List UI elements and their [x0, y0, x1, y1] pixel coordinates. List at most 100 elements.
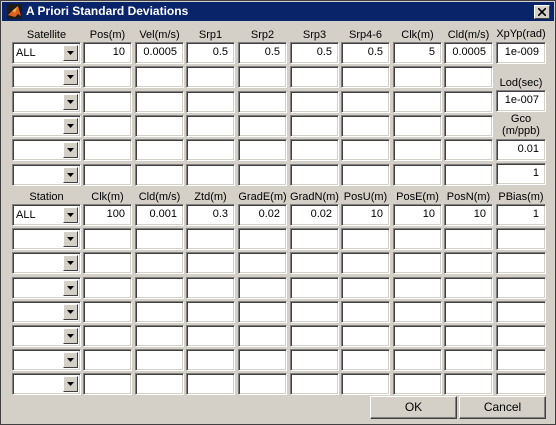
station-value-field[interactable] — [444, 277, 493, 299]
dropdown-button[interactable] — [63, 376, 78, 392]
station-value-field[interactable] — [186, 277, 235, 299]
sat-value-field[interactable] — [238, 66, 287, 88]
station-value-field[interactable] — [393, 252, 442, 274]
station-value-field[interactable]: 0.02 — [290, 204, 339, 226]
station-value-field[interactable] — [186, 325, 235, 347]
sat-value-field[interactable] — [341, 91, 390, 113]
satellite-combo[interactable] — [12, 115, 81, 137]
sat-value-field[interactable]: 0.0005 — [135, 42, 184, 64]
station-value-field[interactable] — [341, 301, 390, 323]
sat-value-field[interactable] — [83, 66, 132, 88]
station-combo[interactable] — [12, 325, 81, 347]
sat-value-field[interactable] — [290, 66, 339, 88]
sat-value-field[interactable] — [186, 91, 235, 113]
sat-value-field[interactable] — [238, 91, 287, 113]
station-value-field[interactable] — [341, 252, 390, 274]
station-value-field[interactable] — [238, 228, 287, 250]
sat-value-field[interactable] — [186, 139, 235, 161]
dropdown-button[interactable] — [63, 231, 78, 247]
sat-value-field[interactable] — [444, 91, 493, 113]
station-value-field[interactable]: 0.001 — [135, 204, 184, 226]
sat-value-field[interactable] — [186, 164, 235, 186]
station-value-field[interactable] — [496, 349, 546, 371]
station-combo[interactable]: ALL — [12, 204, 81, 226]
station-value-field[interactable] — [83, 228, 132, 250]
dropdown-button[interactable] — [63, 255, 78, 271]
sat-value-field[interactable] — [186, 66, 235, 88]
station-value-field[interactable] — [238, 277, 287, 299]
station-value-field[interactable]: 10 — [444, 204, 493, 226]
dropdown-button[interactable] — [63, 45, 78, 61]
station-value-field[interactable] — [393, 349, 442, 371]
station-value-field[interactable] — [135, 373, 184, 395]
sat-value-field[interactable] — [135, 91, 184, 113]
station-value-field[interactable] — [135, 349, 184, 371]
station-value-field[interactable] — [83, 349, 132, 371]
satellite-combo[interactable] — [12, 66, 81, 88]
sat-value-field[interactable] — [393, 91, 442, 113]
station-combo[interactable] — [12, 349, 81, 371]
station-value-field[interactable] — [444, 373, 493, 395]
station-value-field[interactable] — [238, 349, 287, 371]
dropdown-button[interactable] — [63, 94, 78, 110]
sat-value-field[interactable] — [135, 139, 184, 161]
station-value-field[interactable] — [135, 301, 184, 323]
close-button[interactable] — [534, 5, 550, 19]
station-value-field[interactable] — [290, 349, 339, 371]
lod-field[interactable]: 1e-007 — [496, 90, 546, 112]
station-value-field[interactable] — [186, 252, 235, 274]
sat-value-field[interactable] — [135, 115, 184, 137]
sat-value-field[interactable] — [444, 115, 493, 137]
sat-value-field[interactable] — [238, 115, 287, 137]
station-value-field[interactable] — [238, 301, 287, 323]
station-value-field[interactable] — [496, 301, 546, 323]
station-value-field[interactable]: 0.3 — [186, 204, 235, 226]
station-combo[interactable] — [12, 252, 81, 274]
station-value-field[interactable] — [393, 325, 442, 347]
sat-value-field[interactable]: 0.5 — [290, 42, 339, 64]
extra-field[interactable]: 1 — [496, 163, 546, 185]
station-combo[interactable] — [12, 373, 81, 395]
ok-button[interactable]: OK — [370, 396, 457, 419]
station-value-field[interactable]: 10 — [393, 204, 442, 226]
station-value-field[interactable] — [238, 325, 287, 347]
station-value-field[interactable] — [83, 301, 132, 323]
station-value-field[interactable] — [135, 252, 184, 274]
sat-value-field[interactable] — [341, 164, 390, 186]
dropdown-button[interactable] — [63, 69, 78, 85]
sat-value-field[interactable] — [135, 164, 184, 186]
station-value-field[interactable] — [496, 277, 546, 299]
station-value-field[interactable] — [83, 252, 132, 274]
sat-value-field[interactable] — [290, 115, 339, 137]
satellite-combo[interactable] — [12, 139, 81, 161]
title-bar[interactable]: A Priori Standard Deviations — [2, 2, 554, 21]
station-value-field[interactable]: 0.02 — [238, 204, 287, 226]
station-value-field[interactable] — [341, 228, 390, 250]
sat-value-field[interactable]: 10 — [83, 42, 132, 64]
sat-value-field[interactable] — [290, 139, 339, 161]
station-value-field[interactable] — [444, 228, 493, 250]
station-value-field[interactable] — [83, 325, 132, 347]
station-value-field[interactable] — [444, 252, 493, 274]
station-value-field[interactable] — [341, 325, 390, 347]
station-value-field[interactable] — [444, 325, 493, 347]
station-value-field[interactable] — [393, 228, 442, 250]
sat-value-field[interactable]: 5 — [393, 42, 442, 64]
dropdown-button[interactable] — [63, 118, 78, 134]
sat-value-field[interactable] — [290, 164, 339, 186]
station-value-field[interactable] — [186, 301, 235, 323]
satellite-combo[interactable] — [12, 91, 81, 113]
sat-value-field[interactable] — [238, 164, 287, 186]
dropdown-button[interactable] — [63, 304, 78, 320]
station-value-field[interactable] — [290, 373, 339, 395]
sat-value-field[interactable] — [341, 66, 390, 88]
station-value-field[interactable] — [444, 349, 493, 371]
sat-value-field[interactable] — [341, 115, 390, 137]
station-value-field[interactable] — [135, 325, 184, 347]
station-value-field[interactable] — [496, 325, 546, 347]
station-value-field[interactable] — [186, 228, 235, 250]
station-value-field[interactable] — [341, 373, 390, 395]
station-combo[interactable] — [12, 277, 81, 299]
station-value-field[interactable] — [186, 349, 235, 371]
dropdown-button[interactable] — [63, 328, 78, 344]
